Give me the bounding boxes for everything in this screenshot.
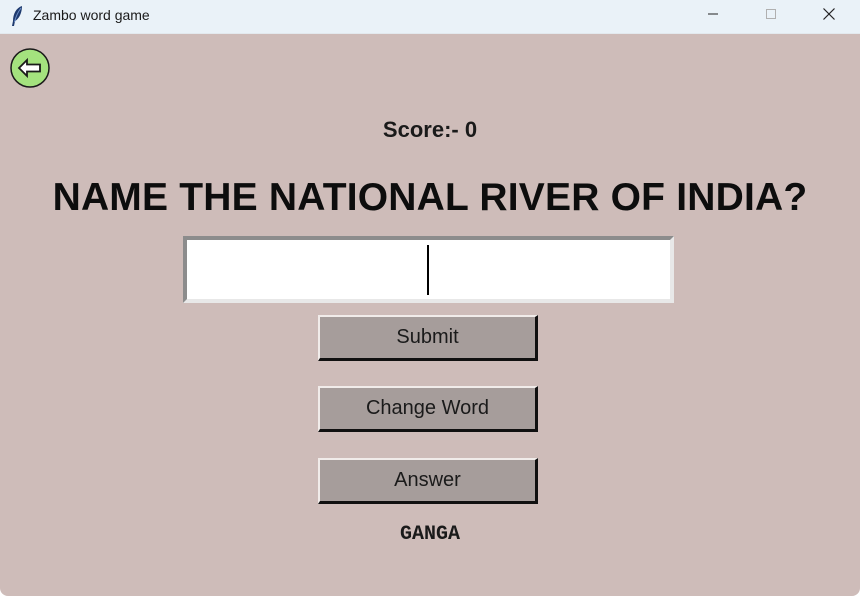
revealed-answer: GANGA (399, 523, 460, 546)
answer-button[interactable]: Answer (318, 458, 538, 504)
maximize-button[interactable] (742, 0, 800, 32)
answer-input-frame (183, 236, 674, 303)
minimize-button[interactable] (684, 0, 742, 32)
app-window: Zambo word game Score:- 0 NAME THE NATIO… (0, 0, 860, 596)
submit-button[interactable]: Submit (318, 315, 538, 361)
minimize-icon (707, 7, 719, 25)
question-text: NAME THE NATIONAL RIVER OF INDIA? (52, 176, 808, 219)
back-button[interactable] (10, 48, 50, 88)
close-button[interactable] (800, 0, 858, 32)
maximize-icon (765, 7, 777, 25)
window-title: Zambo word game (33, 7, 150, 23)
change-word-button[interactable]: Change Word (318, 386, 538, 432)
text-caret (427, 245, 429, 295)
score-label: Score:- 0 (382, 117, 478, 142)
arrow-left-icon (10, 48, 50, 92)
title-bar[interactable]: Zambo word game (0, 0, 860, 34)
close-icon (822, 7, 836, 26)
feather-icon (9, 5, 25, 27)
